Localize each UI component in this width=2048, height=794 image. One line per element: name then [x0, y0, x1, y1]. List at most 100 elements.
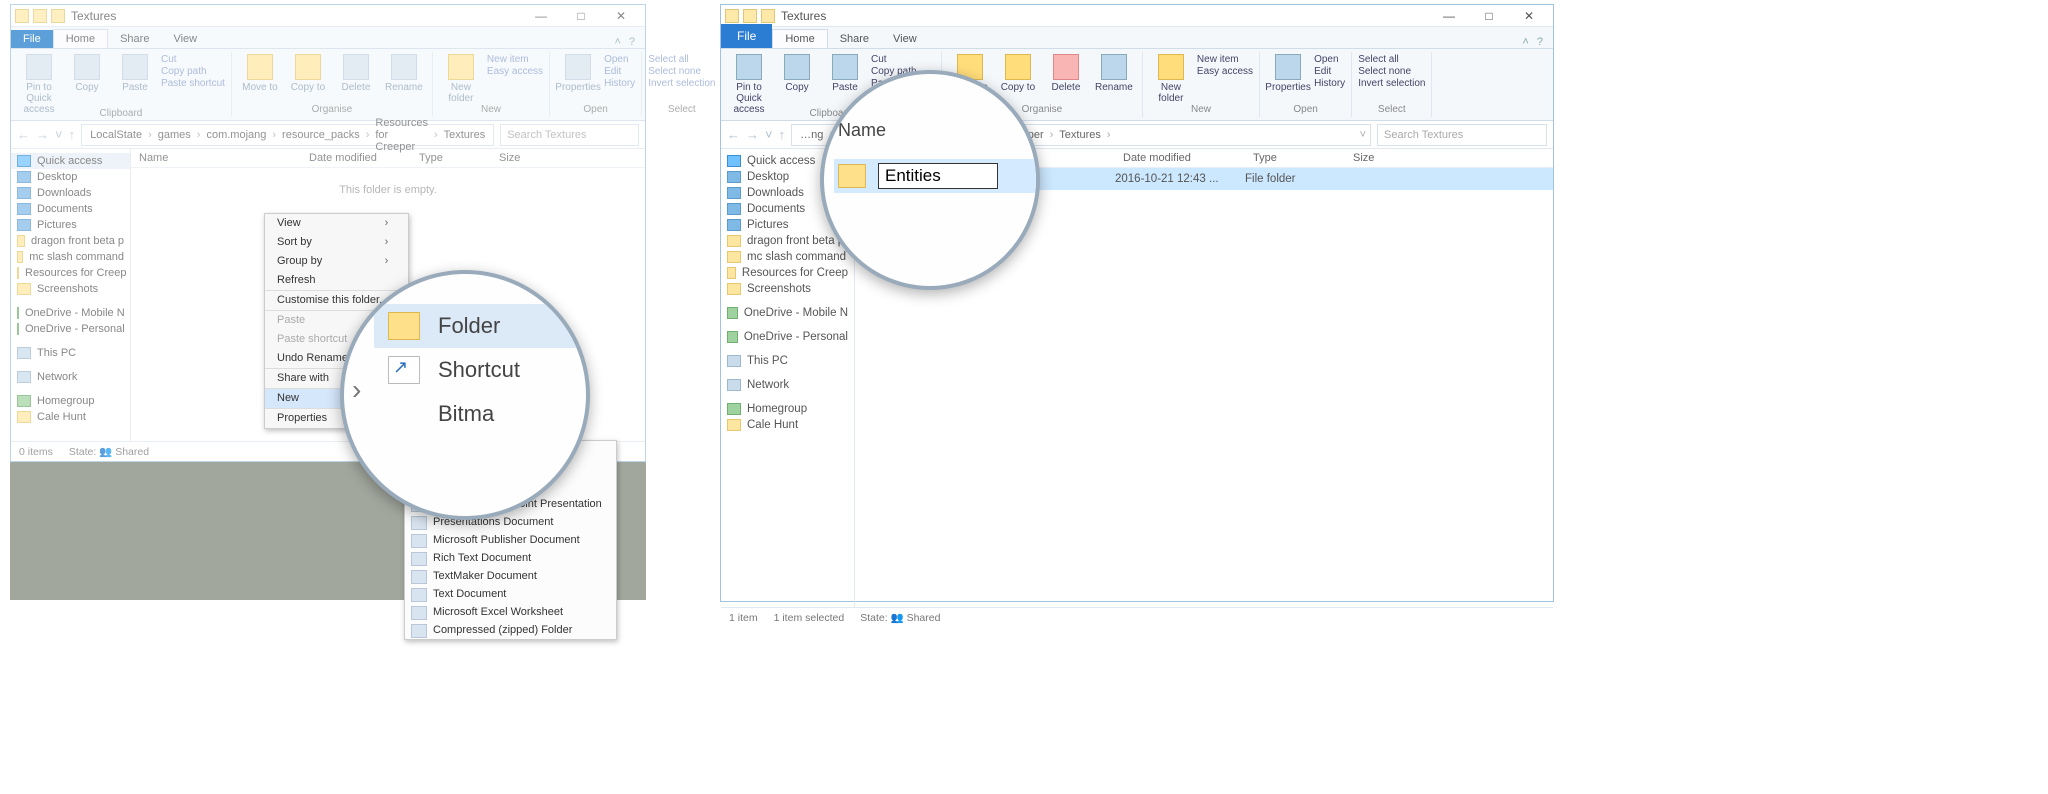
sidebar-network[interactable]: Network: [11, 369, 130, 385]
sidebar-thispc[interactable]: This PC: [11, 345, 130, 361]
sidebar-item[interactable]: Pictures: [11, 217, 130, 233]
selectnone-button[interactable]: Select none: [1358, 66, 1425, 77]
forward-button[interactable]: →: [746, 127, 759, 142]
col-type[interactable]: Type: [1245, 152, 1345, 164]
invertselection-button[interactable]: Invert selection: [1358, 78, 1425, 89]
sidebar-item[interactable]: Documents: [11, 201, 130, 217]
recent-button[interactable]: ˅: [55, 127, 63, 142]
properties-button[interactable]: Properties: [1266, 54, 1310, 93]
search-input[interactable]: Search Textures: [1377, 124, 1547, 146]
copyto-button[interactable]: Copy to: [996, 54, 1040, 93]
rename-button[interactable]: Rename: [382, 54, 426, 93]
col-date[interactable]: Date modified: [301, 152, 411, 164]
moveto-button[interactable]: Move to: [238, 54, 282, 93]
sidebar-item[interactable]: Desktop: [11, 169, 130, 185]
invertselection-button[interactable]: Invert selection: [648, 78, 715, 89]
search-input[interactable]: Search Textures: [500, 124, 639, 146]
history-button[interactable]: History: [604, 78, 635, 89]
sidebar-homegroup[interactable]: Homegroup: [721, 401, 854, 417]
zoom-new-folder[interactable]: Folder: [374, 304, 586, 348]
copy-button[interactable]: Copy: [775, 54, 819, 93]
maximize-button[interactable]: □: [561, 6, 601, 26]
new-sub-item[interactable]: Compressed (zipped) Folder: [405, 621, 616, 639]
up-button[interactable]: ↑: [69, 127, 76, 142]
tab-file[interactable]: File: [11, 30, 53, 48]
new-sub-item[interactable]: TextMaker Document: [405, 567, 616, 585]
paste-button[interactable]: Paste: [823, 54, 867, 93]
sidebar-onedrive[interactable]: OneDrive - Personal: [11, 321, 130, 337]
tab-share[interactable]: Share: [828, 30, 881, 48]
tab-view[interactable]: View: [161, 30, 209, 48]
sidebar-item[interactable]: dragon front beta p: [11, 233, 130, 249]
maximize-button[interactable]: □: [1469, 6, 1509, 26]
sidebar-thispc[interactable]: This PC: [721, 353, 854, 369]
sidebar-item[interactable]: Screenshots: [721, 281, 854, 297]
new-sub-item[interactable]: Text Document: [405, 585, 616, 603]
paste-button[interactable]: Paste: [113, 54, 157, 93]
sidebar-item[interactable]: Screenshots: [11, 281, 130, 297]
easyaccess-button[interactable]: Easy access: [1197, 66, 1253, 77]
sidebar-onedrive[interactable]: OneDrive - Mobile N: [11, 305, 130, 321]
sidebar-item[interactable]: mc slash command: [721, 249, 854, 265]
pasteshortcut-button[interactable]: Paste shortcut: [161, 78, 225, 89]
breadcrumb[interactable]: LocalState› games› com.mojang› resource_…: [81, 124, 494, 146]
new-sub-item[interactable]: Rich Text Document: [405, 549, 616, 567]
pin-quickaccess-button[interactable]: Pin to Quick access: [727, 54, 771, 115]
easyaccess-button[interactable]: Easy access: [487, 66, 543, 77]
properties-button[interactable]: Properties: [556, 54, 600, 93]
delete-button[interactable]: Delete: [1044, 54, 1088, 93]
sidebar-item[interactable]: mc slash command: [11, 249, 130, 265]
tab-home[interactable]: Home: [53, 29, 108, 48]
back-button[interactable]: ←: [17, 127, 30, 142]
collapse-ribbon-icon[interactable]: ˄: [1522, 36, 1528, 48]
ctx-view[interactable]: View›: [265, 214, 408, 233]
rename-button[interactable]: Rename: [1092, 54, 1136, 93]
sidebar-homegroup[interactable]: Homegroup: [11, 393, 130, 409]
newitem-button[interactable]: New item: [1197, 54, 1253, 65]
history-button[interactable]: History: [1314, 78, 1345, 89]
forward-button[interactable]: →: [36, 127, 49, 142]
close-button[interactable]: ✕: [1509, 6, 1549, 26]
ctx-refresh[interactable]: Refresh: [265, 271, 408, 290]
edit-button[interactable]: Edit: [1314, 66, 1345, 77]
tab-home[interactable]: Home: [772, 29, 827, 48]
selectall-button[interactable]: Select all: [648, 54, 715, 65]
sidebar-network[interactable]: Network: [721, 377, 854, 393]
edit-button[interactable]: Edit: [604, 66, 635, 77]
copyto-button[interactable]: Copy to: [286, 54, 330, 93]
sidebar-onedrive[interactable]: OneDrive - Mobile N: [721, 305, 854, 321]
new-sub-item[interactable]: Microsoft Excel Worksheet: [405, 603, 616, 621]
minimize-button[interactable]: —: [1429, 6, 1469, 26]
sidebar-onedrive[interactable]: OneDrive - Personal: [721, 329, 854, 345]
sidebar-item[interactable]: Downloads: [11, 185, 130, 201]
cut-button[interactable]: Cut: [161, 54, 225, 65]
recent-button[interactable]: ˅: [765, 127, 773, 142]
col-type[interactable]: Type: [411, 152, 491, 164]
back-button[interactable]: ←: [727, 127, 740, 142]
up-button[interactable]: ↑: [779, 127, 786, 142]
col-size[interactable]: Size: [491, 152, 551, 164]
collapse-ribbon-icon[interactable]: ˄: [614, 36, 620, 48]
open-button[interactable]: Open: [604, 54, 635, 65]
ctx-groupby[interactable]: Group by›: [265, 252, 408, 271]
selectall-button[interactable]: Select all: [1358, 54, 1425, 65]
rename-input[interactable]: [878, 163, 998, 189]
sidebar-item[interactable]: Resources for Creep: [11, 265, 130, 281]
zoom-new-shortcut[interactable]: Shortcut: [374, 348, 586, 392]
ctx-sortby[interactable]: Sort by›: [265, 233, 408, 252]
help-icon[interactable]: ?: [1537, 36, 1543, 48]
selectnone-button[interactable]: Select none: [648, 66, 715, 77]
tab-share[interactable]: Share: [108, 30, 161, 48]
cut-button[interactable]: Cut: [871, 54, 935, 65]
minimize-button[interactable]: —: [521, 6, 561, 26]
delete-button[interactable]: Delete: [334, 54, 378, 93]
col-date[interactable]: Date modified: [1115, 152, 1245, 164]
sidebar-user[interactable]: Cale Hunt: [11, 409, 130, 425]
col-size[interactable]: Size: [1345, 152, 1405, 164]
newitem-button[interactable]: New item: [487, 54, 543, 65]
sidebar-quickaccess[interactable]: Quick access: [11, 153, 130, 169]
col-name[interactable]: Name: [131, 152, 301, 164]
zoom-folder-row[interactable]: [834, 159, 1036, 193]
close-button[interactable]: ✕: [601, 6, 641, 26]
newfolder-button[interactable]: New folder: [1149, 54, 1193, 104]
